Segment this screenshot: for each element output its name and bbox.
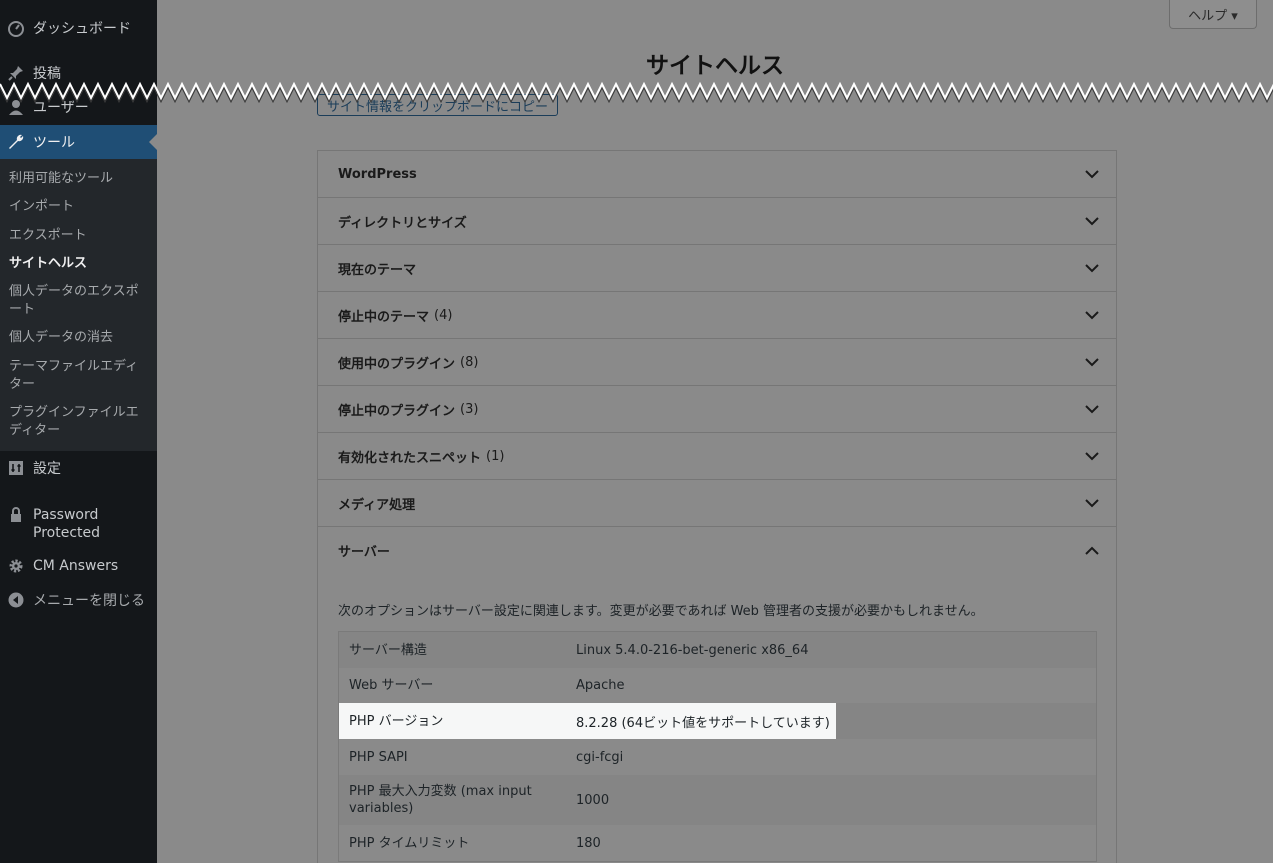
accordion-label: 停止中のテーマ — [338, 309, 430, 325]
accordion-label: ディレクトリとサイズ — [338, 215, 467, 231]
accordion-label: メディア処理 — [338, 497, 416, 513]
table-value: 180 — [576, 835, 601, 851]
submenu-export-personal-data[interactable]: 個人データのエクスポート — [9, 283, 149, 319]
submenu-export[interactable]: エクスポート — [9, 227, 149, 245]
accordion-count: (3) — [460, 401, 479, 417]
accordion-label: 使用中のプラグイン — [338, 356, 456, 372]
accordion-count: (1) — [486, 448, 505, 464]
accordion-label: 停止中のプラグイン — [338, 403, 456, 419]
table-key: PHP 最大入力変数 (max input variables) — [349, 784, 532, 816]
accordion-active-theme[interactable]: 現在のテーマ — [318, 245, 1116, 292]
accordion-active-plugins[interactable]: 使用中のプラグイン (8) — [318, 339, 1116, 386]
table-key: PHP タイムリミット — [349, 835, 470, 851]
chevron-down-icon — [1085, 405, 1099, 414]
menu-tools[interactable]: ツール — [0, 125, 157, 159]
help-tab-button[interactable]: ヘルプ ▾ — [1169, 0, 1257, 29]
table-row: PHP 最大入力変数 (max input variables) 1000 — [339, 775, 1096, 825]
table-value: Linux 5.4.0-216-bet-generic x86_64 — [576, 642, 809, 658]
menu-cm-answers[interactable]: CM Answers — [0, 549, 157, 583]
chevron-down-icon — [1085, 170, 1099, 179]
menu-dashboard[interactable]: ダッシュボード — [0, 11, 157, 45]
table-key: サーバー構造 — [349, 642, 427, 658]
chevron-down-icon — [1085, 217, 1099, 226]
submenu-plugin-file-editor[interactable]: プラグインファイルエディター — [9, 404, 149, 440]
accordion-label: サーバー — [338, 545, 390, 560]
submenu-theme-file-editor[interactable]: テーマファイルエディター — [9, 358, 149, 394]
collapse-menu-label: メニューを閉じる — [33, 593, 145, 609]
wrench-icon — [7, 133, 25, 151]
chevron-down-icon — [1085, 452, 1099, 461]
accordion-wordpress[interactable]: WordPress — [318, 151, 1116, 198]
submenu-erase-personal-data[interactable]: 個人データの消去 — [9, 329, 149, 347]
menu-settings-label: 設定 — [33, 461, 61, 477]
accordion-count: (8) — [460, 354, 479, 370]
accordion-count: (4) — [434, 307, 453, 323]
torn-edge-divider — [0, 81, 1273, 104]
chevron-down-icon — [1085, 358, 1099, 367]
site-info-accordion: WordPress ディレクトリとサイズ 現在のテーマ 停止中のテーマ (4) … — [317, 150, 1117, 863]
table-row: PHP タイムリミット 180 — [339, 825, 1096, 861]
table-value: Apache — [576, 678, 625, 693]
accordion-directories[interactable]: ディレクトリとサイズ — [318, 198, 1116, 245]
gear-icon — [7, 557, 25, 575]
accordion-active-snippets[interactable]: 有効化されたスニペット (1) — [318, 433, 1116, 480]
chevron-down-icon — [1085, 311, 1099, 320]
accordion-server[interactable]: サーバー — [318, 527, 1116, 574]
chevron-down-icon — [1085, 264, 1099, 273]
submenu-import[interactable]: インポート — [9, 198, 149, 216]
table-value: 8.2.28 (64ビット値をサポートしています) — [576, 715, 830, 731]
settings-icon — [7, 459, 25, 477]
table-key: PHP バージョン — [349, 713, 444, 729]
submenu-site-health[interactable]: サイトヘルス — [9, 255, 149, 273]
menu-password-protected[interactable]: Password Protected — [0, 506, 157, 542]
chevron-up-icon — [1085, 546, 1099, 555]
accordion-inactive-plugins[interactable]: 停止中のプラグイン (3) — [318, 386, 1116, 433]
server-info-table: サーバー構造 Linux 5.4.0-216-bet-generic x86_6… — [338, 631, 1097, 862]
chevron-down-icon — [1085, 499, 1099, 508]
collapse-menu-button[interactable]: メニューを閉じる — [0, 583, 157, 617]
table-row: Web サーバー Apache — [339, 668, 1096, 703]
menu-tools-label: ツール — [33, 135, 75, 151]
accordion-label: 現在のテーマ — [338, 262, 417, 278]
menu-password-protected-label: Password Protected — [33, 507, 100, 541]
accordion-inactive-themes[interactable]: 停止中のテーマ (4) — [318, 292, 1116, 339]
table-row-highlighted: PHP バージョン 8.2.28 (64ビット値をサポートしています) — [339, 703, 1096, 739]
admin-sidebar: ダッシュボード 投稿 ユーザー ツール 利用可能なツール インポート エクスポー… — [0, 0, 157, 863]
table-row: PHP SAPI cgi-fcgi — [339, 739, 1096, 775]
table-value: 1000 — [576, 792, 610, 808]
table-key: PHP SAPI — [349, 749, 408, 765]
menu-dashboard-label: ダッシュボード — [33, 21, 131, 37]
menu-cm-answers-label: CM Answers — [33, 558, 119, 574]
server-section-description: 次のオプションはサーバー設定に関連します。変更が必要であれば Web 管理者の支… — [338, 604, 984, 619]
dashboard-icon — [7, 19, 25, 37]
table-row: サーバー構造 Linux 5.4.0-216-bet-generic x86_6… — [339, 632, 1096, 668]
submenu-available-tools[interactable]: 利用可能なツール — [9, 170, 149, 188]
menu-settings[interactable]: 設定 — [0, 451, 157, 485]
collapse-icon — [7, 591, 25, 609]
accordion-label: WordPress — [338, 166, 417, 182]
accordion-label: 有効化されたスニペット — [338, 450, 482, 466]
lock-icon — [7, 506, 25, 524]
page-title: サイトヘルス — [646, 53, 784, 79]
table-value: cgi-fcgi — [576, 749, 624, 765]
accordion-media-handling[interactable]: メディア処理 — [318, 480, 1116, 527]
tools-submenu: 利用可能なツール インポート エクスポート サイトヘルス 個人データのエクスポー… — [0, 159, 157, 451]
table-key: Web サーバー — [349, 678, 434, 693]
